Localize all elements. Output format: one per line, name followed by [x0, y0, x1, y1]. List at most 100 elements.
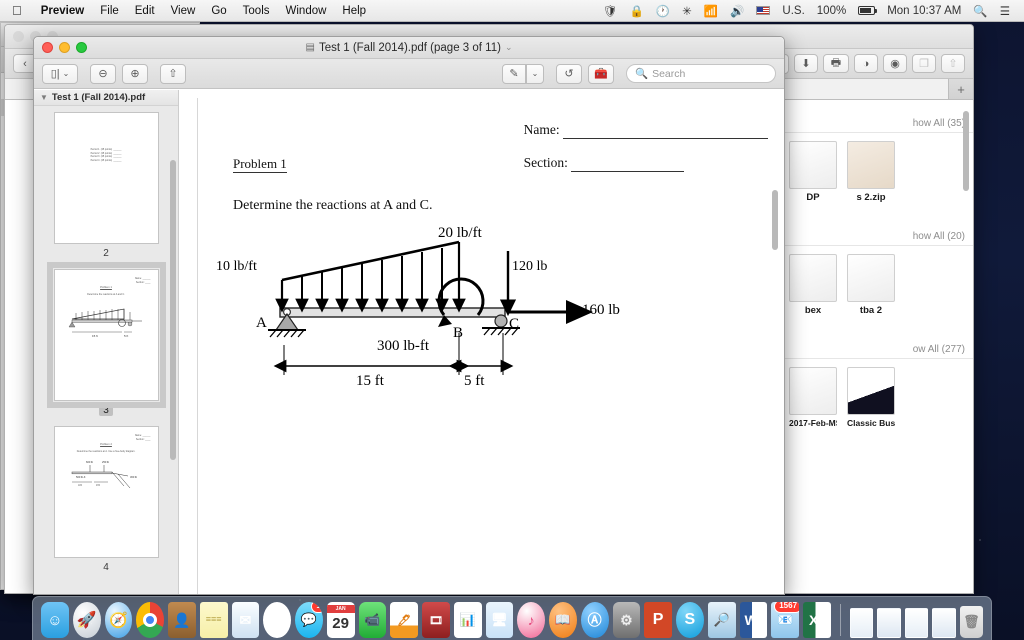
show-all-link[interactable]: how All (35) — [783, 115, 973, 133]
notification-center-icon[interactable]: ☰ — [994, 4, 1016, 18]
dock-app-chrome[interactable] — [136, 602, 165, 638]
input-source-label[interactable]: U.S. — [776, 5, 810, 17]
dock-app-keynote[interactable]: 🖥 — [485, 602, 514, 638]
file-item[interactable]: tba 2 — [847, 254, 895, 316]
file-item[interactable]: Classic Business — [847, 367, 895, 428]
dock-app-launchpad[interactable]: 🚀 — [72, 602, 101, 638]
markup-options-button[interactable]: ⌄ — [526, 63, 544, 84]
plus-icon[interactable]: + — [949, 79, 973, 99]
dock-minimized-window-2[interactable] — [877, 608, 901, 638]
macos-dock[interactable]: ☺ 🚀 🧭 👤 ≡≡≡ ✉ ❀ 💬 1 JAN 29 📹 🖊 🎞 📊 🖥 ♪ 📖… — [32, 596, 992, 640]
wifi-icon[interactable]: 📶 — [698, 4, 724, 18]
preview-page-canvas[interactable]: Name: Section: Problem 1 Determine the r… — [179, 90, 784, 594]
disclosure-triangle-icon[interactable]: ▼ — [40, 93, 48, 102]
duplicate-icon[interactable]: ❐ — [912, 54, 936, 73]
dock-app-facetime[interactable]: 📹 — [358, 602, 387, 638]
preview-window[interactable]: ▤ Test 1 (Fall 2014).pdf (page 3 of 11) … — [33, 36, 785, 595]
dock-app-finder[interactable]: ☺ — [41, 602, 69, 638]
lock-icon[interactable]: 🔒 — [623, 4, 649, 18]
dock-app-ibooks[interactable]: 📖 — [549, 602, 577, 638]
preview-thumbnail-sidebar[interactable]: ▼ Test 1 (Fall 2014).pdf Period 1 (25 po… — [34, 90, 179, 594]
show-all-link[interactable]: ow All (277) — [783, 341, 973, 359]
menu-item-file[interactable]: File — [92, 5, 127, 17]
file-item[interactable]: DP — [789, 141, 837, 203]
close-button[interactable] — [42, 42, 53, 53]
rotate-button[interactable]: ↺ — [556, 63, 582, 84]
menu-item-help[interactable]: Help — [334, 5, 374, 17]
thumbnail-item[interactable]: Period 1 (25 points) ______ Period 2 (25… — [34, 106, 178, 261]
dock-app-safari[interactable]: 🧭 — [104, 602, 133, 638]
menu-item-window[interactable]: Window — [278, 5, 335, 17]
refresh-circle-icon[interactable]: ◉ — [883, 54, 907, 73]
menu-bar-clock[interactable]: Mon 10:37 AM — [881, 5, 967, 17]
dock-app-photos[interactable]: ❀ — [263, 602, 292, 638]
volume-icon[interactable]: 🔊 — [724, 4, 750, 18]
share-button[interactable]: ⇧ — [160, 63, 186, 84]
dock-app-pages[interactable]: 🖊 — [390, 602, 419, 638]
dock-app-mail[interactable]: ✉ — [231, 602, 260, 638]
share-icon[interactable]: ⇧ — [941, 54, 965, 73]
battery-percent-label[interactable]: 100% — [811, 5, 852, 17]
chevron-down-icon[interactable]: ⌄ — [505, 42, 513, 53]
zoom-button[interactable] — [76, 42, 87, 53]
zoom-in-button[interactable]: ⊕ — [122, 63, 148, 84]
thumbnail-item[interactable]: Name: ______ Section: ____ Problem 2 Dete… — [34, 418, 178, 575]
preview-document-title[interactable]: ▤ Test 1 (Fall 2014).pdf (page 3 of 11) … — [34, 42, 784, 54]
page-thumbnail[interactable]: Period 1 (25 points) ______ Period 2 (25… — [53, 112, 159, 244]
dock-app-system-preferences[interactable]: ⚙ — [612, 602, 641, 638]
dock-minimized-window-4[interactable] — [932, 608, 956, 638]
download-icon[interactable]: ⬇ — [794, 54, 818, 73]
menu-item-go[interactable]: Go — [203, 5, 234, 17]
file-item[interactable]: 2017-Feb-MSRP — [789, 367, 837, 428]
menu-item-edit[interactable]: Edit — [127, 5, 163, 17]
dock-app-messages[interactable]: 💬 1 — [295, 602, 323, 638]
dock-app-contacts[interactable]: 👤 — [168, 602, 196, 638]
sidebar-scrollbar[interactable] — [170, 160, 176, 460]
trash-icon[interactable]: 🗑 — [959, 606, 983, 638]
spotlight-search-icon[interactable]: 🔍 — [967, 4, 993, 18]
apple-logo-icon[interactable]:  — [0, 4, 33, 17]
preview-sidebar-header[interactable]: ▼ Test 1 (Fall 2014).pdf — [34, 90, 178, 106]
dock-app-app-store[interactable]: Ⓐ — [580, 602, 609, 638]
menu-item-tools[interactable]: Tools — [235, 5, 278, 17]
dock-app-numbers[interactable]: 📊 — [453, 602, 482, 638]
preview-toolbar[interactable]: ▯| ⌄ ⊖ ⊕ ⇧ ✎ ⌄ ↺ 🧰 🔍 Search — [34, 59, 784, 89]
dock-app-notes[interactable]: ≡≡≡ — [199, 602, 228, 638]
page-scrollbar[interactable] — [772, 190, 778, 250]
input-source-flag[interactable] — [750, 5, 776, 17]
show-all-link[interactable]: how All (20) — [783, 228, 973, 246]
dock-app-preview[interactable]: 🔎 — [707, 602, 736, 638]
dock-app-photo-booth[interactable]: 🎞 — [422, 602, 450, 638]
dock-minimized-window-1[interactable] — [849, 608, 874, 638]
battery-full-icon[interactable] — [852, 5, 881, 17]
dock-app-word[interactable]: W — [739, 602, 768, 638]
dock-minimized-window-3[interactable] — [904, 608, 929, 638]
dock-app-calendar[interactable]: JAN 29 — [326, 602, 355, 638]
sidebar-view-button[interactable]: ▯| ⌄ — [42, 63, 78, 84]
preview-search-input[interactable]: 🔍 Search — [626, 64, 776, 83]
preview-titlebar[interactable]: ▤ Test 1 (Fall 2014).pdf (page 3 of 11) … — [34, 37, 784, 59]
macos-menu-bar[interactable]:  Preview File Edit View Go Tools Window… — [0, 0, 1024, 22]
markup-button[interactable]: ✎ — [502, 63, 526, 84]
menu-bar-status-area[interactable]: 🛡 🔒 🕐 ✳ 📶 🔊 U.S. 100% Mon 10:37 AM 🔍 ☰ — [597, 4, 1024, 18]
shield-check-icon[interactable]: 🛡 — [597, 4, 624, 18]
dock-app-excel[interactable]: X — [803, 602, 831, 638]
file-item[interactable]: s 2.zip — [847, 141, 895, 203]
file-item[interactable]: bex — [789, 254, 837, 316]
dock-app-mail-alt[interactable]: 📧 1567 — [771, 602, 800, 638]
menu-item-preview[interactable]: Preview — [33, 5, 92, 17]
minimize-button[interactable] — [59, 42, 70, 53]
preview-traffic-lights[interactable] — [42, 42, 87, 53]
page-thumbnail[interactable]: Name: ______ Section: ____ Problem 2 Dete… — [53, 426, 159, 558]
dock-app-itunes[interactable]: ♪ — [517, 602, 546, 638]
clock-icon[interactable]: 🕐 — [650, 4, 676, 18]
markup-toolbar-button[interactable]: 🧰 — [588, 63, 614, 84]
zoom-out-button[interactable]: ⊖ — [90, 63, 116, 84]
safari-content-scrollbar[interactable] — [963, 111, 969, 191]
page-thumbnail-selected[interactable]: Name: ______ Section: ____ Problem 1 Dete… — [46, 262, 166, 408]
thumbnail-item[interactable]: Name: ______ Section: ____ Problem 1 Dete… — [34, 261, 178, 418]
dock-app-powerpoint[interactable]: P — [644, 602, 673, 638]
contrast-icon[interactable]: ◑ — [854, 54, 878, 73]
bluetooth-icon[interactable]: ✳ — [676, 4, 698, 18]
menu-item-view[interactable]: View — [163, 5, 204, 17]
